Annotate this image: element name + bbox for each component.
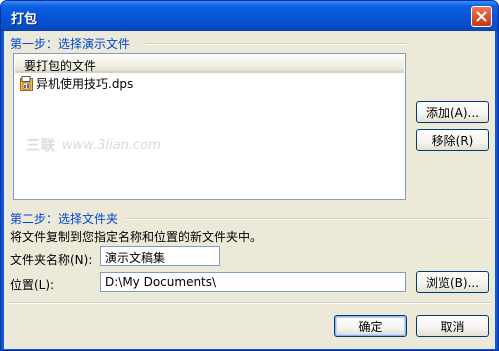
add-button[interactable]: 添加(A)... (416, 101, 489, 123)
folder-name-label: 文件夹名称(N): (10, 253, 93, 267)
file-name: 异机使用技巧.dps (36, 76, 134, 91)
location-input[interactable]: D:\My Documents\ (100, 272, 406, 292)
list-item[interactable]: 异机使用技巧.dps (20, 75, 133, 91)
watermark-logo: 三联 (26, 138, 56, 154)
browse-button[interactable]: 浏览(B)... (416, 271, 489, 293)
step1-label: 第一步：选择演示文件 (10, 37, 131, 51)
cancel-button[interactable]: 取消 (416, 315, 489, 337)
step2-label: 第二步：选择文件夹 (10, 212, 119, 226)
file-list[interactable]: 要打包的文件 异机使用技巧.dps (13, 53, 406, 200)
file-list-column-title: 要打包的文件 (24, 59, 97, 73)
step2-description: 将文件复制到您指定名称和位置的新文件夹中。 (10, 230, 263, 244)
presentation-file-icon (20, 75, 33, 91)
folder-name-input[interactable]: 演示文稿集 (100, 246, 220, 266)
file-list-header[interactable]: 要打包的文件 (15, 55, 404, 73)
close-icon (476, 11, 487, 22)
dialog-body: 第一步：选择演示文件 要打包的文件 异机使用技巧.dps 三联 www.3lia… (4, 31, 495, 349)
remove-button[interactable]: 移除(R) (416, 129, 489, 151)
ok-button[interactable]: 确定 (334, 315, 407, 337)
pack-dialog: 打包 第一步：选择演示文件 要打包的文件 异机使用技巧.dps 三联 www.3… (0, 0, 499, 351)
footer-divider (8, 302, 491, 304)
dialog-title: 打包 (11, 12, 38, 27)
location-label: 位置(L): (10, 278, 55, 292)
step2-divider (126, 218, 490, 220)
title-bar[interactable]: 打包 (1, 1, 498, 31)
watermark-site: www.3lian.com (62, 137, 161, 153)
close-button[interactable] (471, 6, 492, 27)
watermark: 三联 www.3lian.com (26, 135, 161, 155)
step1-divider (146, 43, 406, 45)
